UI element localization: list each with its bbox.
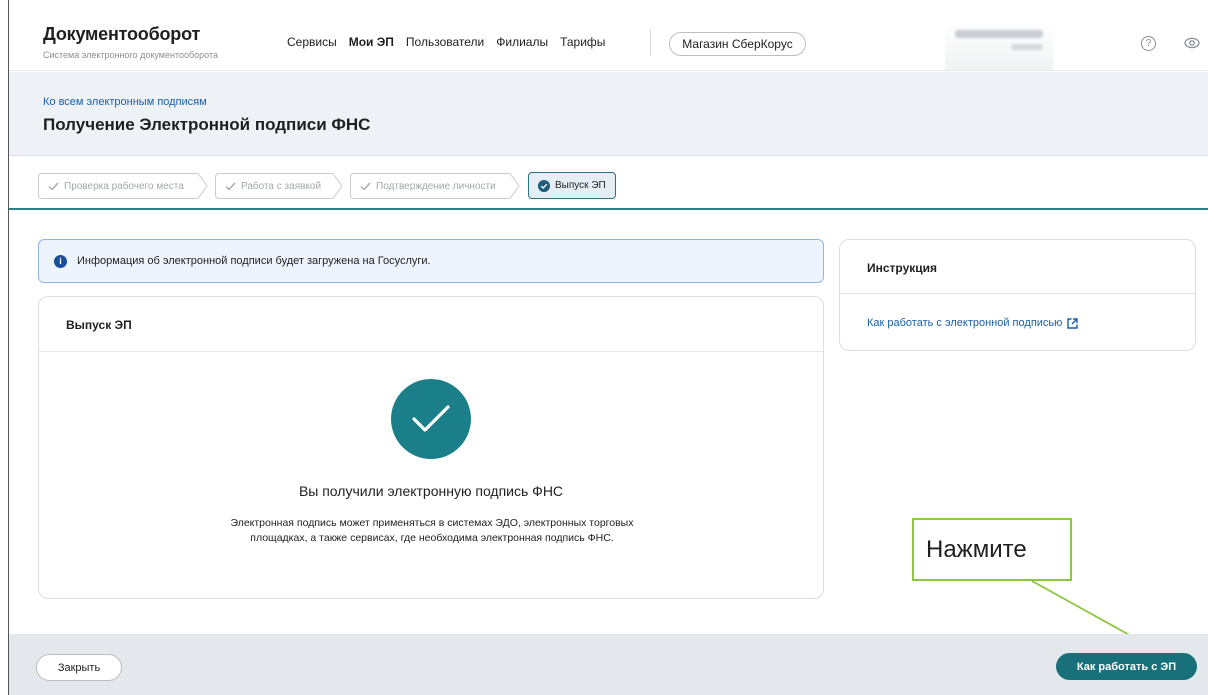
close-button[interactable]: Закрыть [36, 654, 122, 681]
instruction-header: Инструкция [840, 240, 1195, 294]
instruction-link-label: Как работать с электронной подписью [867, 317, 1063, 329]
nav-item-tariffs[interactable]: Тарифы [560, 35, 605, 49]
step-workplace-check[interactable]: Проверка рабочего места [38, 173, 208, 199]
instruction-link[interactable]: Как работать с электронной подписью [867, 317, 1079, 329]
main-nav: Сервисы Мои ЭП Пользователи Филиалы Тари… [287, 35, 617, 49]
user-subtitle-blurred [1011, 44, 1043, 50]
success-description: Электронная подпись может применяться в … [230, 517, 634, 544]
step-application[interactable]: Работа с заявкой [215, 173, 343, 199]
nav-divider [650, 30, 651, 56]
check-circle-icon [391, 379, 471, 459]
user-profile[interactable] [945, 20, 1053, 70]
nav-item-my-signatures[interactable]: Мои ЭП [349, 35, 394, 49]
issue-card: Выпуск ЭП Вы получили электронную подпис… [38, 296, 824, 599]
check-icon [48, 182, 59, 191]
callout-text: Нажмите [926, 535, 1027, 563]
logo-title[interactable]: Документооборот [43, 24, 200, 45]
step-label: Проверка рабочего места [64, 180, 184, 192]
page-title: Получение Электронной подписи ФНС [43, 115, 371, 134]
nav-item-users[interactable]: Пользователи [406, 35, 484, 49]
check-icon [225, 182, 236, 191]
stepper: Проверка рабочего места Работа с заявкой… [9, 157, 1208, 210]
info-alert: i Информация об электронной подписи буде… [38, 239, 824, 283]
card-title: Выпуск ЭП [66, 318, 132, 332]
step-identity[interactable]: Подтверждение личности [350, 173, 520, 199]
success-title: Вы получили электронную подпись ФНС [298, 483, 564, 499]
alert-text: Информация об электронной подписи будет … [77, 255, 431, 267]
how-to-use-signature-button[interactable]: Как работать с ЭП [1056, 653, 1197, 680]
footer-bar: Закрыть Как работать с ЭП [9, 634, 1208, 695]
top-header: Документооборот Система электронного док… [9, 0, 1208, 71]
store-button[interactable]: Магазин СберКорус [669, 32, 806, 56]
check-icon [412, 405, 450, 432]
step-issue-signature[interactable]: Выпуск ЭП [528, 172, 616, 199]
eye-icon[interactable] [1184, 36, 1200, 50]
nav-item-branches[interactable]: Филиалы [496, 35, 548, 49]
nav-item-services[interactable]: Сервисы [287, 35, 337, 49]
step-label: Выпуск ЭП [555, 180, 606, 191]
callout-box: Нажмите [912, 518, 1072, 581]
check-circle-icon [538, 179, 550, 192]
info-icon: i [54, 254, 67, 268]
check-icon [360, 182, 371, 191]
external-link-icon [1067, 317, 1079, 329]
logo-subtitle: Система электронного документооборота [43, 50, 218, 60]
step-label: Работа с заявкой [241, 180, 322, 192]
back-link[interactable]: Ко всем электронным подписям [43, 96, 207, 108]
card-header: Выпуск ЭП [39, 297, 823, 352]
question-circle-icon[interactable]: ? [1141, 36, 1156, 51]
step-label: Подтверждение личности [376, 180, 496, 192]
instruction-title: Инструкция [867, 261, 938, 275]
instruction-card: Инструкция Как работать с электронной по… [839, 239, 1196, 351]
title-band: Ко всем электронным подписям Получение Э… [9, 72, 1208, 156]
user-name-blurred [955, 30, 1043, 38]
app-window: Документооборот Система электронного док… [8, 0, 1208, 695]
